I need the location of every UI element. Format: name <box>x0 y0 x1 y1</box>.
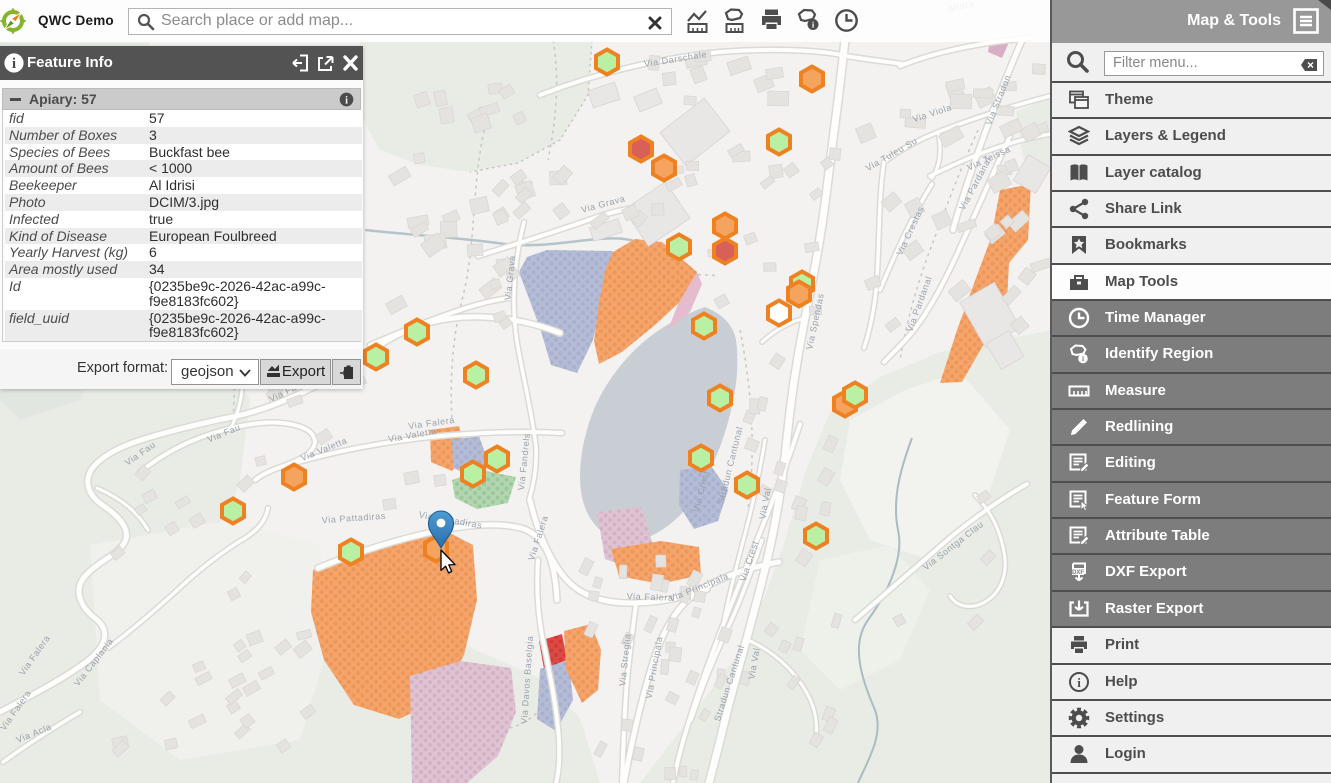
svg-text:i: i <box>1077 675 1081 690</box>
svg-text:i: i <box>1082 355 1084 364</box>
svg-text:Via Falera: Via Falera <box>627 591 674 603</box>
svg-text:DXF: DXF <box>1072 570 1084 576</box>
svg-text:i: i <box>12 56 16 72</box>
svg-text:i: i <box>345 95 348 106</box>
